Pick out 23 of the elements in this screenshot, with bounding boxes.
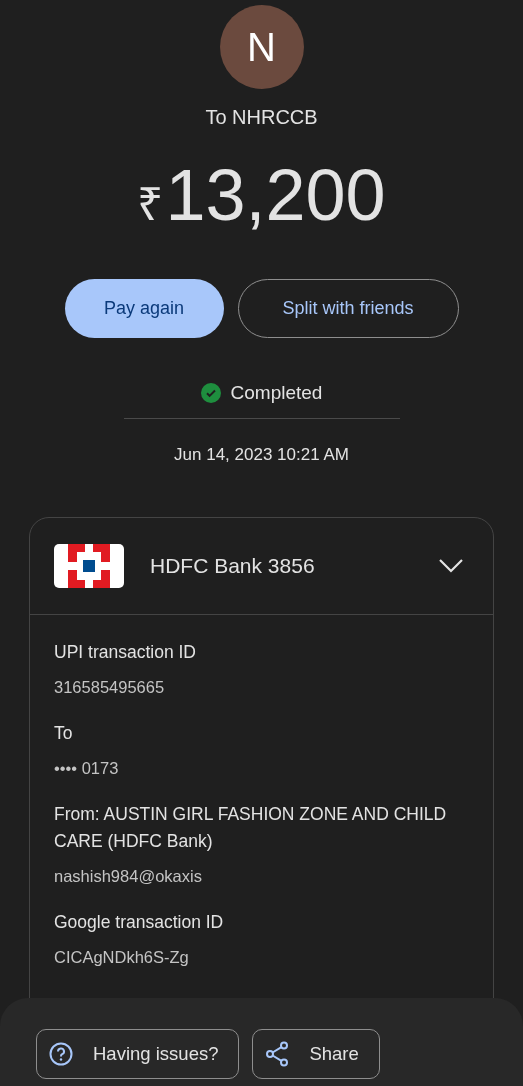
chevron-down-icon[interactable] bbox=[439, 559, 463, 573]
amount-value: 13,200 bbox=[165, 159, 386, 231]
payee-name: To NHRCCB bbox=[205, 106, 318, 129]
help-icon bbox=[49, 1042, 73, 1066]
detail-label: UPI transaction ID bbox=[54, 641, 197, 664]
status-text: Completed bbox=[230, 382, 323, 404]
pay-again-button[interactable]: Pay again bbox=[64, 279, 224, 338]
detail-value: CICAgNDkh6S-Zg bbox=[54, 948, 190, 967]
check-circle-icon bbox=[200, 383, 221, 403]
detail-value: nashish984@okaxis bbox=[54, 867, 203, 886]
bank-logo-icon bbox=[54, 544, 124, 588]
currency-symbol: ₹ bbox=[137, 181, 164, 227]
detail-label: Google transaction ID bbox=[54, 911, 225, 934]
transaction-date: Jun 14, 2023 10:21 AM bbox=[174, 445, 349, 465]
share-button[interactable]: Share bbox=[252, 1029, 380, 1079]
detail-value: 316585495665 bbox=[54, 678, 166, 697]
detail-value: •••• 0173 bbox=[54, 759, 120, 778]
share-icon bbox=[265, 1041, 290, 1067]
avatar: N bbox=[219, 5, 304, 89]
detail-label: From: AUSTIN GIRL FASHION ZONE AND CHILD CARE (HDFC Bank) bbox=[54, 803, 448, 853]
help-button[interactable]: Having issues? bbox=[36, 1029, 240, 1079]
bank-account: HDFC Bank 3856 bbox=[150, 554, 316, 578]
detail-label: To bbox=[54, 722, 74, 745]
